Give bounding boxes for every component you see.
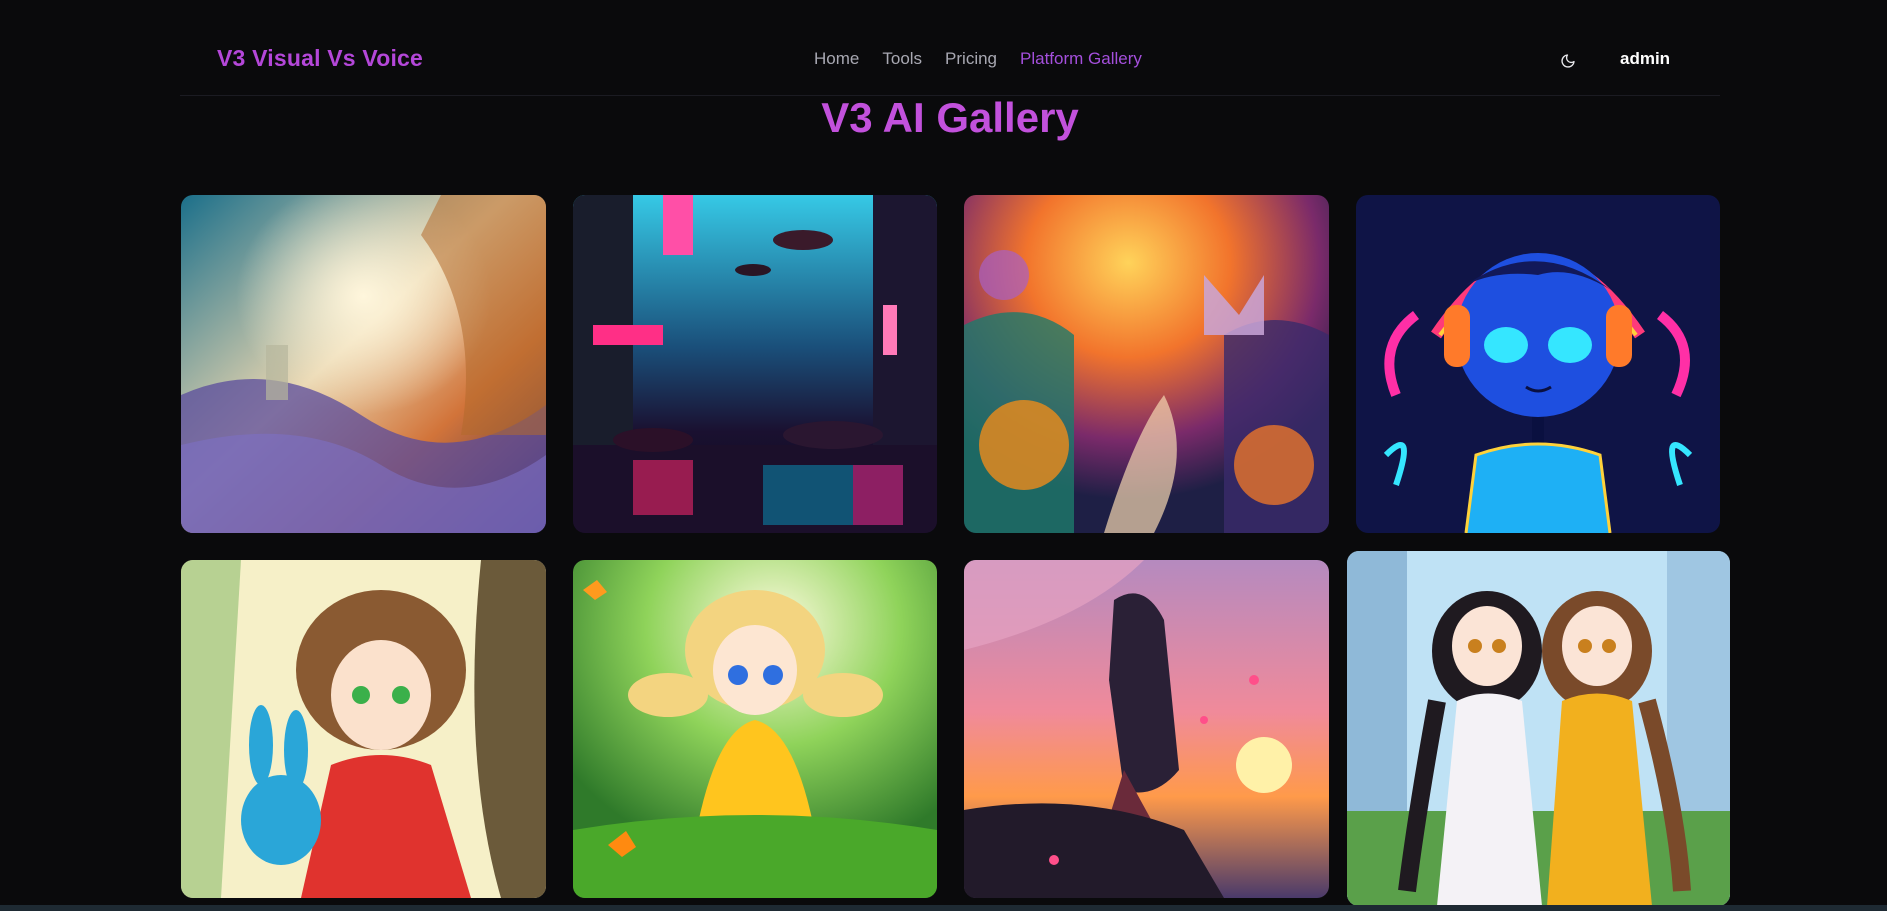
anime-two-girls-city-image[interactable] <box>1347 551 1730 906</box>
page-title: V3 AI Gallery <box>821 94 1079 141</box>
user-menu[interactable]: admin <box>1620 49 1670 69</box>
moon-icon <box>1561 54 1575 68</box>
nav-link-platform-gallery[interactable]: Platform Gallery <box>1020 49 1142 69</box>
neon-headphones-character-image[interactable] <box>1356 195 1720 533</box>
nav-link-pricing[interactable]: Pricing <box>945 49 997 69</box>
colorful-fairytale-forest-image[interactable] <box>964 195 1329 533</box>
anime-girl-in-meadow-image[interactable] <box>573 560 937 898</box>
anime-girl-with-bunny-image[interactable] <box>181 560 546 898</box>
brand-logo[interactable]: V3 Visual Vs Voice <box>217 45 423 72</box>
anime-samurai-sunset-image[interactable] <box>964 560 1329 898</box>
swirling-fantasy-landscape-image[interactable] <box>181 195 546 533</box>
nav-links: Home Tools Pricing Platform Gallery <box>814 49 1165 69</box>
nav-link-tools[interactable]: Tools <box>882 49 922 69</box>
nav-link-home[interactable]: Home <box>814 49 859 69</box>
theme-toggle-button[interactable] <box>1556 49 1580 73</box>
top-navbar: V3 Visual Vs Voice Home Tools Pricing Pl… <box>180 36 1720 96</box>
bottom-scroll-edge <box>0 905 1887 911</box>
neon-cyberpunk-city-image[interactable] <box>573 195 937 533</box>
